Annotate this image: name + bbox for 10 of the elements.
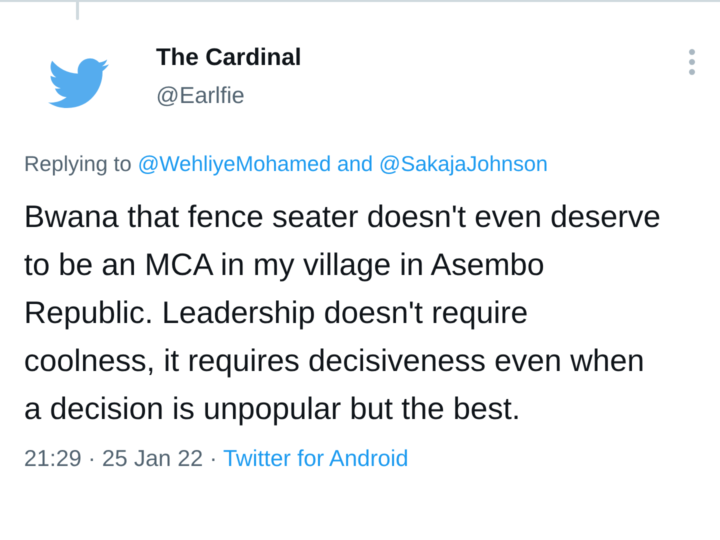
source-link[interactable]: Twitter for Android <box>223 445 408 471</box>
author-name[interactable]: The Cardinal <box>156 44 688 72</box>
tweet-text: Bwana that fence seater doesn't even deserve to be an MCA in my village in Asembo Republic. Leadership doesn't require coolness, it requires decisiveness even when a decision is unpopular but the best. <box>24 198 662 428</box>
bird-icon <box>48 58 110 110</box>
mention-link[interactable]: @WehliyeMohamed <box>138 152 332 176</box>
mention-link[interactable]: @SakajaJohnson <box>378 152 548 176</box>
author-handle[interactable]: @Earlfie <box>156 82 688 109</box>
tweet-meta: 21:29 · 25 Jan 22 · Twitter for Android <box>24 445 410 472</box>
more-icon[interactable] <box>688 48 696 76</box>
replying-to-text: Replying to @WehliyeMohamed and @SakajaJohnson <box>24 152 549 177</box>
